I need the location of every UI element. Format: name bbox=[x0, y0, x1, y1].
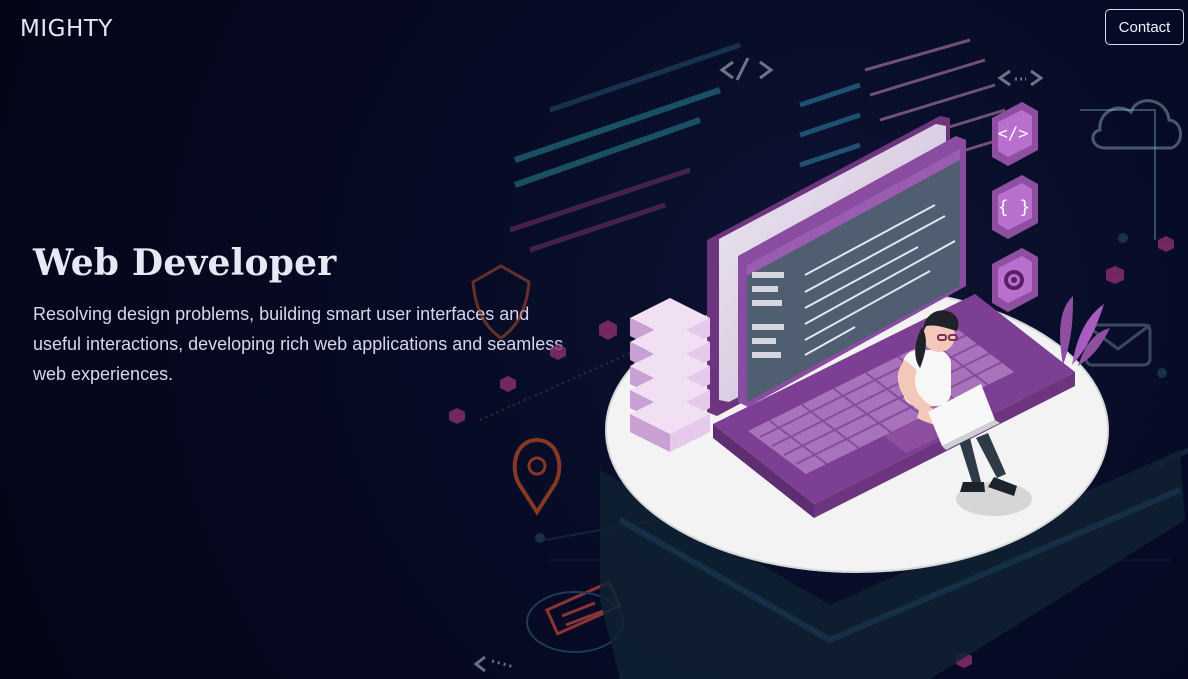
braces-icon: { } bbox=[992, 175, 1038, 239]
gear-icon bbox=[992, 248, 1038, 312]
hero-title: Web Developer bbox=[33, 242, 337, 284]
shield-icon bbox=[471, 264, 531, 340]
svg-text:</>: </> bbox=[998, 124, 1029, 144]
svg-text:{ }: { } bbox=[998, 197, 1031, 218]
hero-page: MIGHTY Contact Web Developer Resolving d… bbox=[0, 0, 1188, 679]
server-stack bbox=[630, 298, 710, 452]
brand-logo[interactable]: MIGHTY bbox=[20, 16, 113, 42]
developer-illustration: </> { } bbox=[449, 38, 1188, 679]
location-pin-icon bbox=[512, 437, 562, 516]
cloud-icon bbox=[1091, 99, 1182, 150]
